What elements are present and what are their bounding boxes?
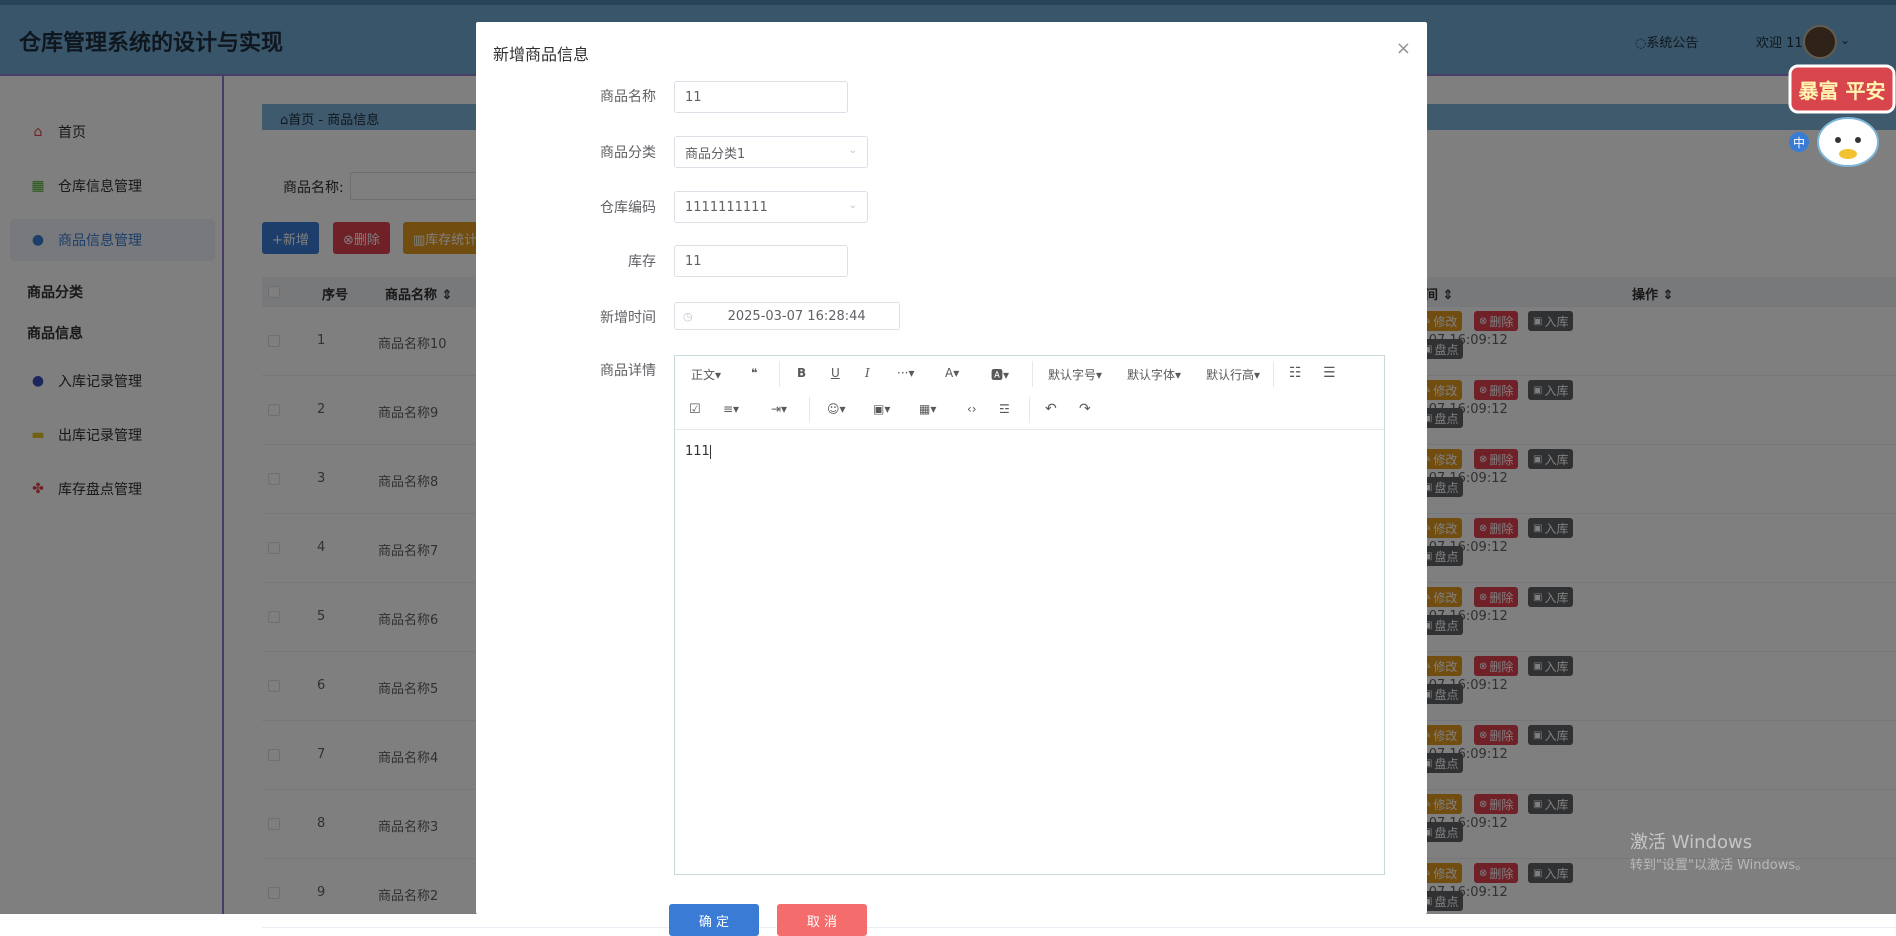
label-goods-detail: 商品详情 xyxy=(600,363,656,379)
cancel-button[interactable]: 取 消 xyxy=(777,904,867,936)
numbered-list-icon[interactable]: ☰ xyxy=(1323,365,1336,381)
label-stock: 库存 xyxy=(628,254,656,270)
editor-toolbar: 正文▾ ❝ B U I ···▾ A▾ 🅰▾ 默认字号▾ 默认字体▾ 默认行高▾… xyxy=(675,356,1384,430)
todo-checkbox-icon[interactable]: ☑ xyxy=(689,402,701,417)
divider-icon[interactable]: ☲ xyxy=(999,402,1010,416)
font-family-dropdown[interactable]: 默认字体▾ xyxy=(1127,366,1181,383)
line-height-dropdown[interactable]: 默认行高▾ xyxy=(1206,366,1260,383)
dialog-title: 新增商品信息 xyxy=(493,45,590,64)
indent-dropdown[interactable]: ⇥▾ xyxy=(771,402,787,416)
warehouse-code-select[interactable]: 1111111111 ⌄ xyxy=(674,191,868,223)
align-dropdown[interactable]: ≡▾ xyxy=(723,402,739,416)
sticker-image: 暴富 平安 中 xyxy=(1788,64,1896,167)
font-color-dropdown[interactable]: A▾ xyxy=(945,366,959,380)
rich-text-editor: 正文▾ ❝ B U I ···▾ A▾ 🅰▾ 默认字号▾ 默认字体▾ 默认行高▾… xyxy=(674,355,1385,875)
label-goods-category: 商品分类 xyxy=(600,145,656,161)
stock-input[interactable]: 11 xyxy=(674,245,848,277)
code-icon[interactable]: ‹› xyxy=(967,402,977,416)
goods-name-input[interactable]: 11 xyxy=(674,81,848,113)
font-size-dropdown[interactable]: 默认字号▾ xyxy=(1048,366,1102,383)
bullet-list-icon[interactable]: ☷ xyxy=(1289,365,1302,381)
label-goods-name: 商品名称 xyxy=(600,89,656,105)
italic-icon[interactable]: I xyxy=(865,366,870,380)
label-warehouse-code: 仓库编码 xyxy=(600,200,656,216)
goods-category-select[interactable]: 商品分类1 ⌄ xyxy=(674,136,868,168)
close-icon[interactable]: × xyxy=(1396,38,1411,59)
emoji-dropdown[interactable]: ☺▾ xyxy=(827,402,846,416)
editor-content-text: 111 xyxy=(685,444,710,459)
chevron-down-icon: ⌄ xyxy=(848,200,857,211)
windows-activation-subtext: 转到"设置"以激活 Windows。 xyxy=(1630,858,1809,873)
underline-icon[interactable]: U xyxy=(831,366,840,380)
goods-category-value: 商品分类1 xyxy=(685,146,746,162)
sticker-text: 暴富 平安 xyxy=(1799,79,1886,103)
created-time-value: 2025-03-07 16:28:44 xyxy=(727,308,866,324)
bold-icon[interactable]: B xyxy=(797,366,806,380)
clock-icon: ◷ xyxy=(683,309,693,323)
windows-activation-watermark: 激活 Windows xyxy=(1630,832,1753,853)
undo-icon[interactable]: ↶ xyxy=(1045,401,1057,417)
image-dropdown[interactable]: ▣▾ xyxy=(873,402,890,416)
created-time-picker[interactable]: ◷ 2025-03-07 16:28:44 xyxy=(674,302,900,330)
table-dropdown[interactable]: ▦▾ xyxy=(919,402,936,416)
add-goods-dialog: 新增商品信息 × 商品名称 11 商品分类 商品分类1 ⌄ 仓库编码 11111… xyxy=(476,22,1427,936)
confirm-button[interactable]: 确 定 xyxy=(669,904,759,936)
more-style-dropdown[interactable]: ···▾ xyxy=(897,366,914,380)
label-created-time: 新增时间 xyxy=(600,310,656,326)
redo-icon[interactable]: ↷ xyxy=(1079,401,1091,417)
warehouse-code-value: 1111111111 xyxy=(685,199,768,215)
chevron-down-icon: ⌄ xyxy=(848,145,857,156)
editor-content[interactable]: 111 xyxy=(685,444,711,459)
sticker-badge-text: 中 xyxy=(1793,135,1805,150)
quote-icon[interactable]: ❝ xyxy=(751,366,757,380)
background-color-dropdown[interactable]: 🅰▾ xyxy=(991,366,1009,383)
paragraph-style-dropdown[interactable]: 正文▾ xyxy=(691,366,721,383)
